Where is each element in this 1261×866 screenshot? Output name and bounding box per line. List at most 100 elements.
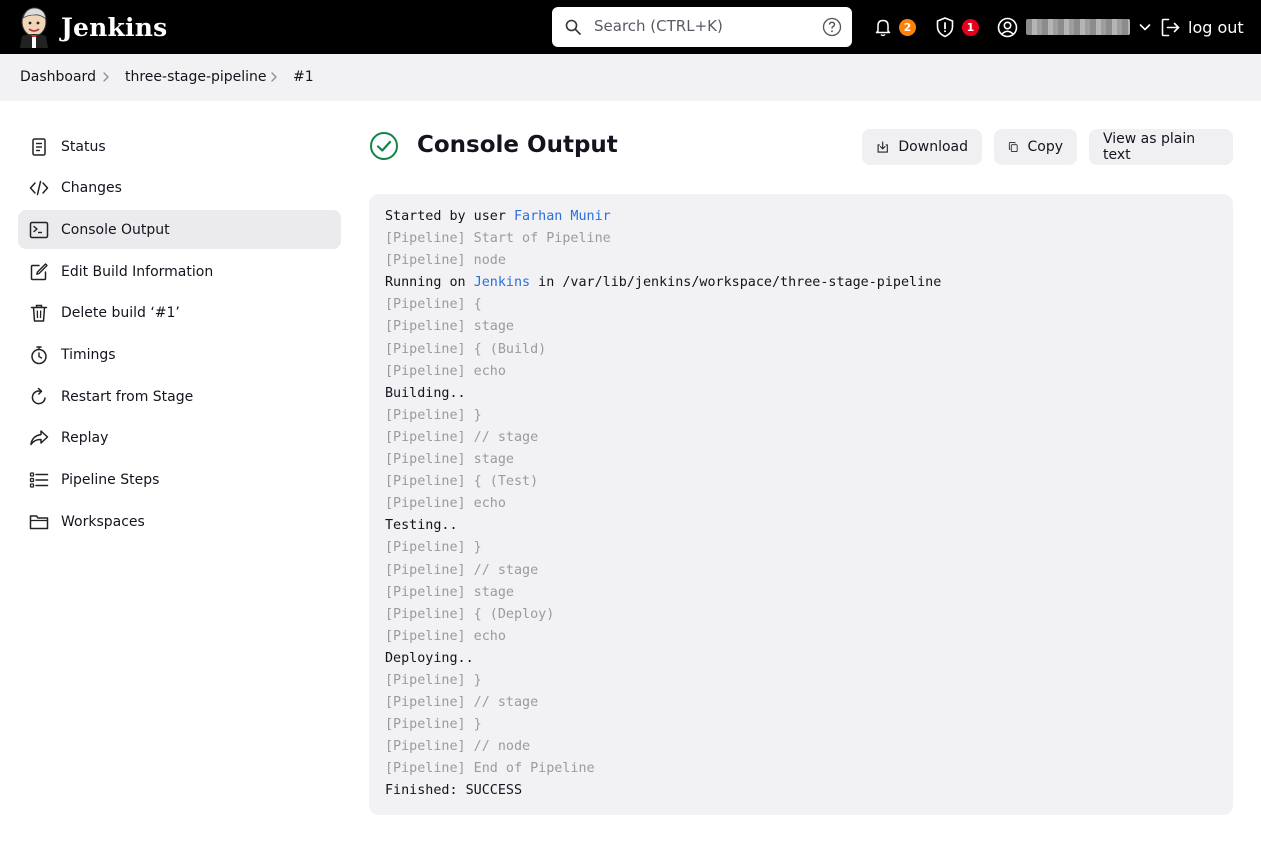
console-line: [Pipeline] stage	[385, 582, 1217, 604]
sidebar-item-pipeline-steps[interactable]: Pipeline Steps	[18, 461, 341, 500]
logout-button[interactable]: log out	[1160, 0, 1244, 54]
list-icon	[29, 472, 49, 488]
sidebar-item-changes[interactable]: Changes	[18, 169, 341, 208]
console-line: Building..	[385, 383, 1217, 405]
brand-name: Jenkins	[61, 12, 168, 42]
chevron-right-icon	[103, 72, 109, 82]
page-title: Console Output	[417, 132, 618, 158]
sidebar-item-restart-from-stage[interactable]: Restart from Stage	[18, 377, 341, 416]
breadcrumb-build[interactable]: #1	[293, 69, 314, 85]
copy-label: Copy	[1027, 139, 1063, 155]
sidebar-item-console-output[interactable]: Console Output	[18, 210, 341, 250]
console-line: [Pipeline] End of Pipeline	[385, 758, 1217, 780]
notifications-button[interactable]: 2	[873, 0, 916, 54]
console-text: [Pipeline] // stage	[385, 562, 539, 578]
console-line: [Pipeline] echo	[385, 361, 1217, 383]
console-link[interactable]: Farhan Munir	[514, 209, 611, 224]
sidebar-item-label: Changes	[61, 180, 122, 197]
sidebar-item-label: Replay	[61, 430, 109, 447]
download-button[interactable]: Download	[862, 129, 982, 165]
logout-label: log out	[1188, 17, 1244, 37]
console-text: Testing..	[385, 518, 458, 534]
console-text: Started by user	[385, 209, 514, 224]
restart-icon	[31, 387, 46, 404]
console-text: [Pipeline] // node	[385, 739, 531, 755]
console-text: [Pipeline] stage	[385, 584, 514, 600]
view-plain-text-label: View as plain text	[1103, 131, 1196, 163]
download-icon	[877, 141, 888, 153]
breadcrumb-dashboard[interactable]: Dashboard	[20, 69, 96, 85]
search-icon	[565, 19, 581, 35]
console-line: [Pipeline] stage	[385, 449, 1217, 471]
console-line: Finished: SUCCESS	[385, 780, 1217, 802]
console-line: [Pipeline] // stage	[385, 560, 1217, 582]
trash-icon	[30, 305, 48, 322]
console-text: [Pipeline] node	[385, 253, 506, 269]
console-text: [Pipeline] { (Build)	[385, 341, 547, 357]
copy-icon	[1008, 141, 1018, 153]
console-text: [Pipeline] }	[385, 717, 482, 733]
document-icon	[32, 137, 46, 156]
console-text: Deploying..	[385, 650, 474, 666]
console-line: Deploying..	[385, 648, 1217, 670]
help-icon[interactable]	[822, 17, 842, 37]
console-line: Running on Jenkins in /var/lib/jenkins/w…	[385, 272, 1217, 294]
bell-icon	[875, 19, 891, 37]
console-text: [Pipeline] stage	[385, 452, 514, 468]
download-label: Download	[898, 139, 968, 155]
jenkins-home-link[interactable]: Jenkins	[18, 6, 167, 48]
console-text: Building..	[385, 385, 466, 401]
console-text: Running on	[385, 275, 474, 291]
breadcrumb-job[interactable]: three-stage-pipeline	[125, 69, 267, 85]
replay-icon	[30, 430, 49, 446]
sidebar-item-label: Delete build ‘#1’	[61, 305, 180, 322]
console-line: Started by user Farhan Munir	[385, 206, 1217, 228]
console-text: in /var/lib/jenkins/workspace/three-stag…	[530, 275, 942, 291]
console-line: [Pipeline] {	[385, 294, 1217, 316]
console-text: [Pipeline] }	[385, 407, 482, 423]
user-avatar-icon	[997, 17, 1018, 37]
sidebar: Status Changes Console Output Edit Build…	[18, 127, 341, 544]
stopwatch-icon	[31, 346, 47, 365]
console-text: [Pipeline] stage	[385, 319, 514, 335]
user-menu[interactable]	[997, 0, 1152, 54]
console-text: [Pipeline] { (Test)	[385, 474, 539, 490]
breadcrumb: Dashboard three-stage-pipeline #1	[0, 54, 1261, 101]
sidebar-item-edit-build-information[interactable]: Edit Build Information	[18, 252, 341, 291]
user-name-redacted	[1026, 19, 1130, 35]
sidebar-item-label: Workspaces	[61, 513, 145, 530]
console-text: [Pipeline] echo	[385, 363, 506, 379]
jenkins-logo-icon	[20, 7, 48, 48]
console-line: [Pipeline] // node	[385, 736, 1217, 758]
security-button[interactable]: 1	[934, 0, 979, 54]
console-text: [Pipeline] echo	[385, 628, 506, 644]
view-plain-text-button[interactable]: View as plain text	[1089, 129, 1233, 165]
terminal-icon	[29, 221, 49, 239]
console-line: [Pipeline] echo	[385, 493, 1217, 515]
shield-icon	[936, 17, 954, 38]
console-text: [Pipeline] // stage	[385, 429, 539, 445]
console-line: [Pipeline] Start of Pipeline	[385, 228, 1217, 250]
console-text: [Pipeline] }	[385, 672, 482, 688]
sidebar-item-label: Timings	[61, 346, 116, 363]
sidebar-item-label: Edit Build Information	[61, 263, 214, 280]
success-check-icon	[370, 132, 398, 160]
console-text: [Pipeline] { (Deploy)	[385, 606, 555, 622]
top-header: Jenkins Search (CTRL+K) 2 1 log out	[0, 0, 1261, 54]
copy-button[interactable]: Copy	[994, 129, 1077, 165]
console-text: [Pipeline] Start of Pipeline	[385, 231, 611, 247]
sidebar-item-replay[interactable]: Replay	[18, 419, 341, 458]
sidebar-item-status[interactable]: Status	[18, 127, 341, 166]
console-link[interactable]: Jenkins	[474, 275, 530, 290]
search-input[interactable]: Search (CTRL+K)	[552, 7, 852, 47]
sidebar-item-workspaces[interactable]: Workspaces	[18, 502, 341, 541]
code-icon	[29, 180, 49, 196]
console-line: [Pipeline] node	[385, 250, 1217, 272]
console-text: [Pipeline] End of Pipeline	[385, 761, 595, 777]
edit-icon	[30, 262, 48, 280]
sidebar-item-label: Restart from Stage	[61, 388, 194, 405]
security-badge: 1	[962, 18, 979, 36]
sidebar-item-timings[interactable]: Timings	[18, 335, 341, 374]
console-output: Started by user Farhan Munir [Pipeline] S…	[369, 194, 1233, 815]
sidebar-item-delete-build[interactable]: Delete build ‘#1’	[18, 294, 341, 333]
